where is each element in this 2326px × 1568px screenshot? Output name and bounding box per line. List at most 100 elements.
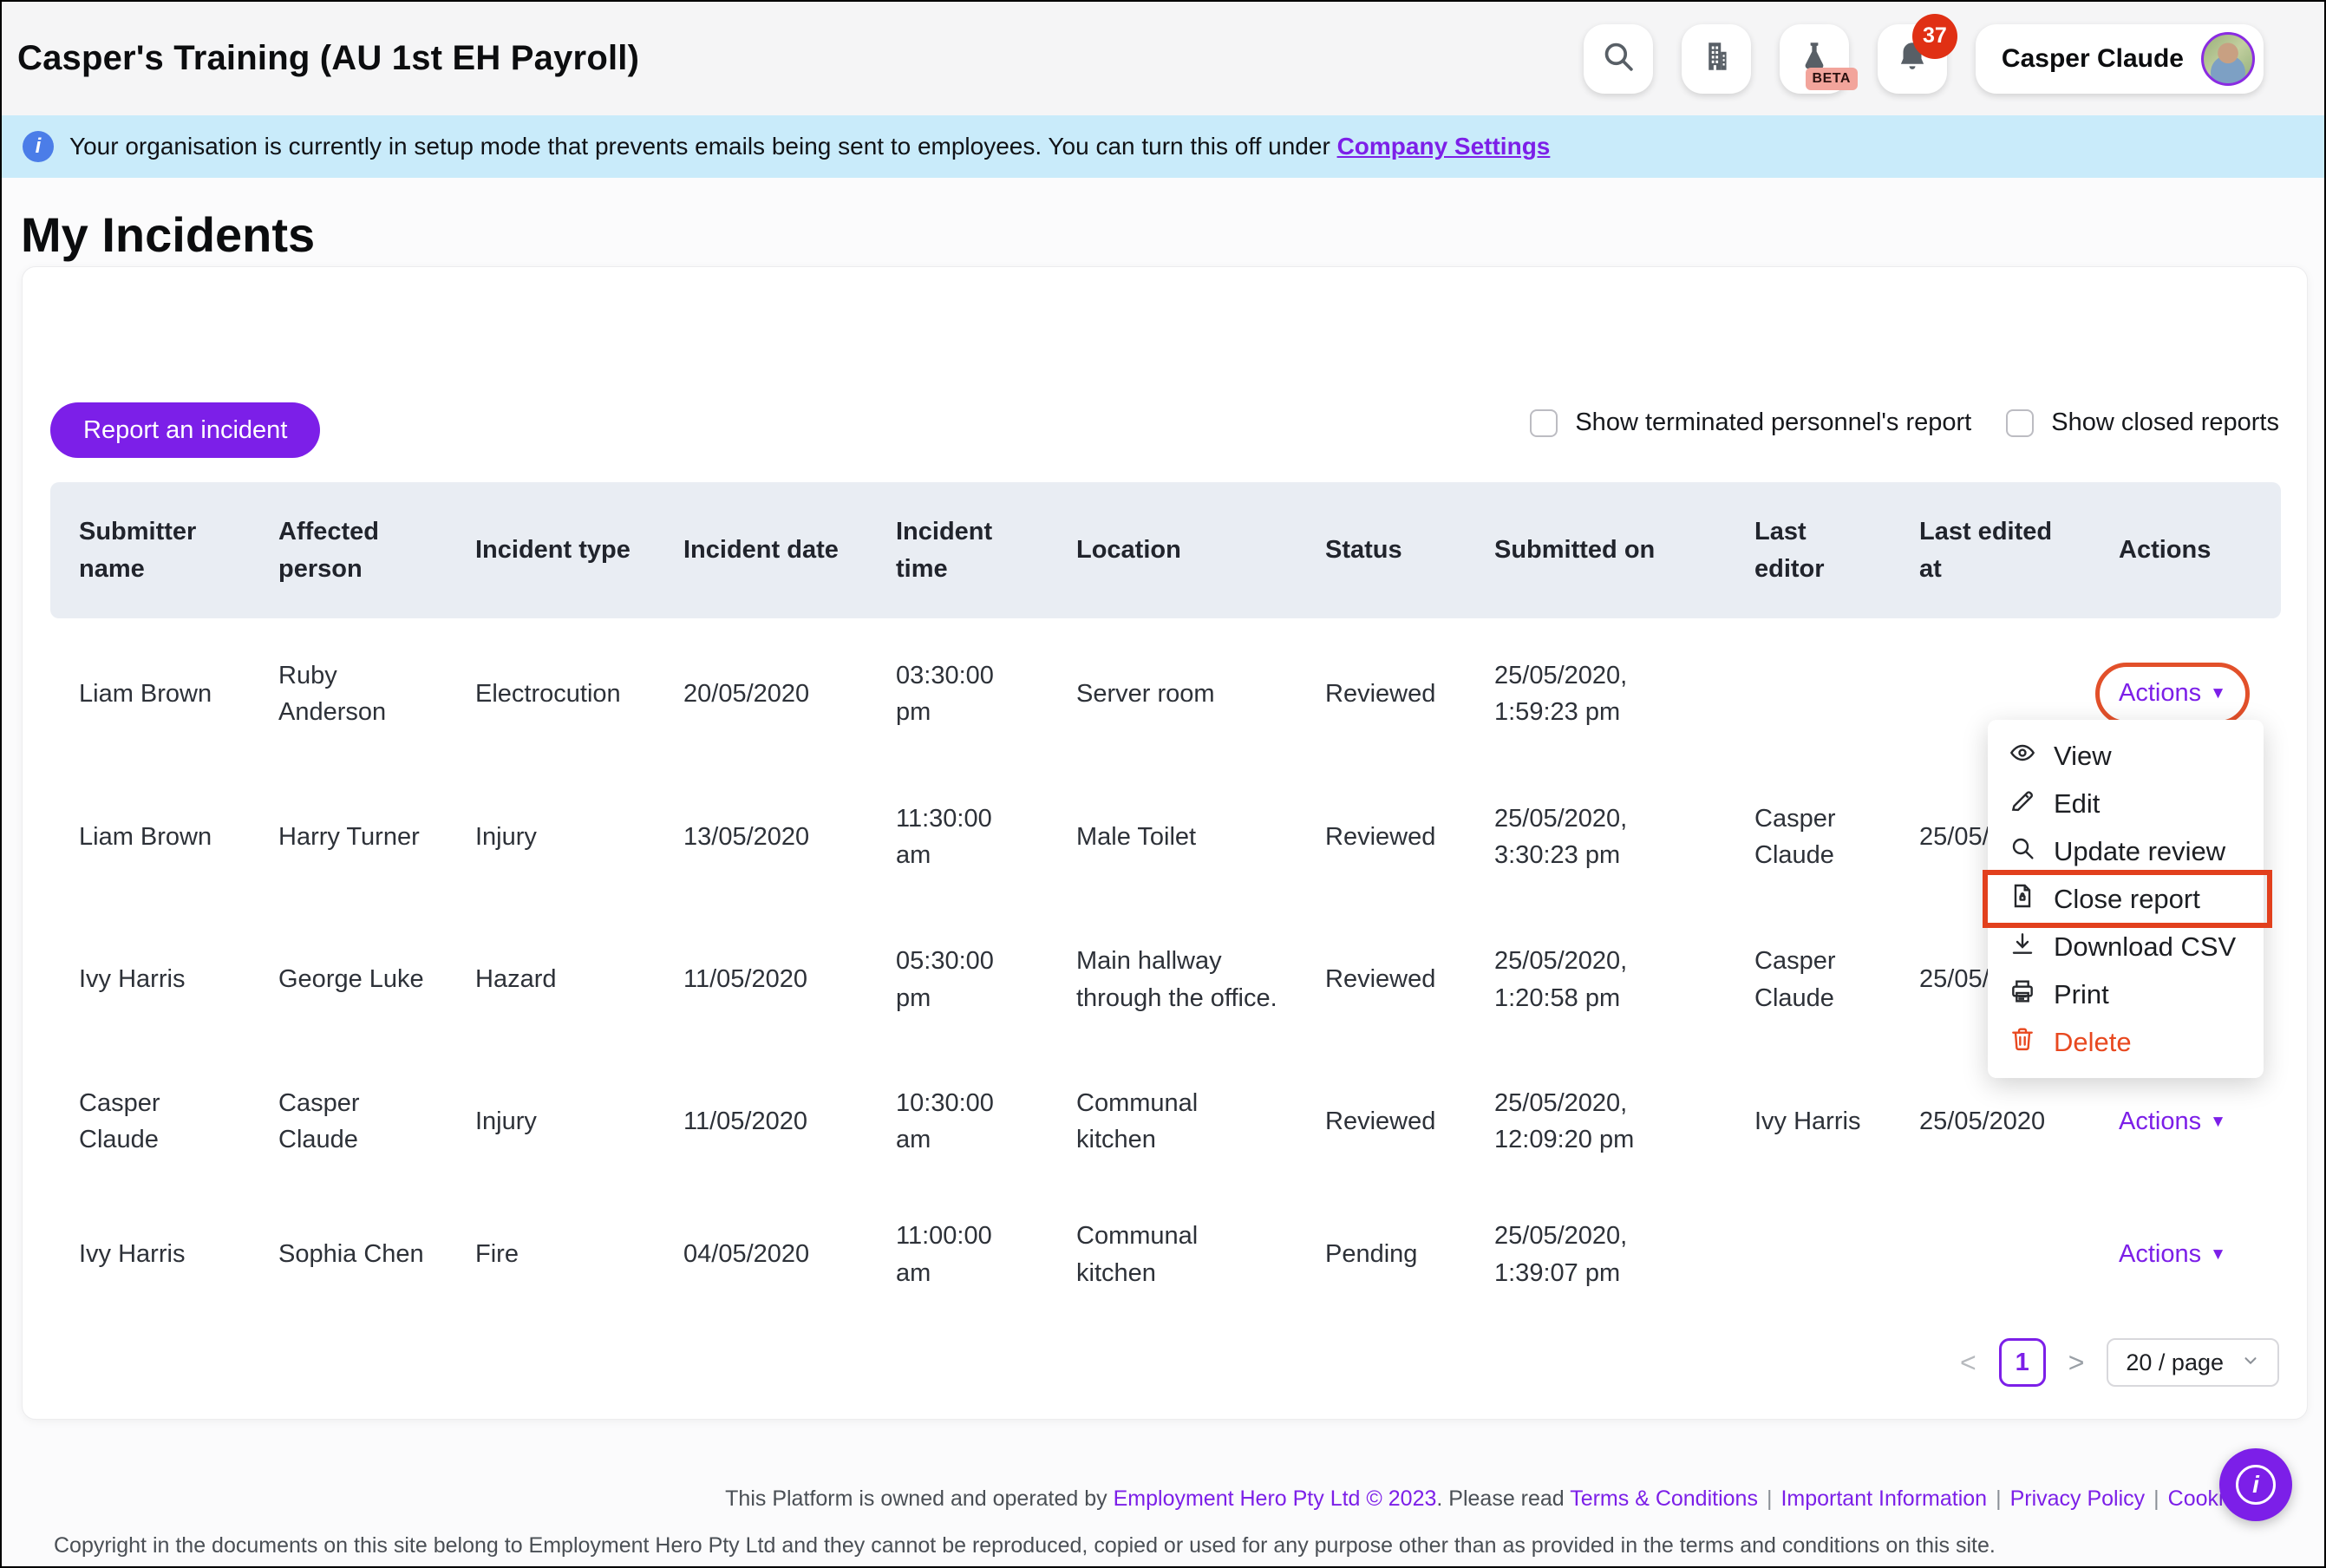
user-avatar: [2201, 32, 2255, 86]
cell-status: Pending: [1297, 1188, 1466, 1321]
menu-item-download-csv[interactable]: Download CSV: [1988, 923, 2264, 970]
menu-item-print[interactable]: Print: [1988, 970, 2264, 1018]
cell-editor: [1726, 1188, 1891, 1321]
menu-item-label: Delete: [2054, 1027, 2132, 1058]
notification-count-badge: 37: [1912, 14, 1957, 59]
chevron-down-icon: ▼: [2210, 1113, 2226, 1131]
cell-type: Hazard: [447, 905, 655, 1055]
actions-dropdown-trigger[interactable]: Actions▼: [2119, 679, 2226, 707]
employment-hero-link[interactable]: Employment Hero Pty Ltd © 2023: [1114, 1486, 1437, 1511]
col-incident-date: Incident date: [655, 482, 867, 618]
cell-status: Reviewed: [1297, 618, 1466, 769]
company-settings-link[interactable]: Company Settings: [1337, 133, 1551, 160]
user-menu-button[interactable]: Casper Claude: [1976, 24, 2264, 94]
cell-status: Reviewed: [1297, 1055, 1466, 1188]
menu-item-label: Download CSV: [2054, 931, 2236, 963]
cell-actions: Actions▼: [2090, 1188, 2281, 1321]
notifications-button[interactable]: 37: [1878, 24, 1947, 94]
menu-item-view[interactable]: View: [1988, 732, 2264, 780]
actions-dropdown-trigger[interactable]: Actions▼: [2119, 1107, 2226, 1135]
col-submitted-on: Submitted on: [1466, 482, 1726, 618]
cell-time: 03:30:00 pm: [867, 618, 1048, 769]
col-location: Location: [1048, 482, 1297, 618]
closed-checkbox-label: Show closed reports: [2051, 408, 2279, 437]
help-info-button[interactable]: i: [2219, 1448, 2292, 1521]
incidents-table: Submitter name Affected person Incident …: [50, 482, 2281, 1321]
banner-text: Your organisation is currently in setup …: [69, 133, 1550, 160]
beta-features-button[interactable]: BETA: [1780, 24, 1849, 94]
eye-icon: [2009, 739, 2036, 774]
menu-item-label: Close report: [2054, 884, 2200, 915]
magnifier-icon: [2009, 834, 2036, 869]
cell-date: 11/05/2020: [655, 1055, 867, 1188]
printer-icon: [2009, 977, 2036, 1012]
cell-affected: Harry Turner: [250, 769, 447, 905]
closed-checkbox[interactable]: [2006, 409, 2034, 437]
document-lock-icon: [2009, 882, 2036, 917]
terminated-checkbox[interactable]: [1530, 409, 1558, 437]
cell-location: Main hallway through the office.: [1048, 905, 1297, 1055]
col-last-edited-at: Last edited at: [1891, 482, 2090, 618]
filter-terminated: Show terminated personnel's report: [1530, 408, 1971, 437]
setup-mode-banner: i Your organisation is currently in setu…: [2, 115, 2324, 178]
cell-type: Injury: [447, 1055, 655, 1188]
page-size-value: 20 / page: [2126, 1349, 2224, 1376]
cell-submitted: 25/05/2020, 1:20:58 pm: [1466, 905, 1726, 1055]
actions-dropdown-trigger[interactable]: Actions▼: [2119, 1240, 2226, 1268]
page-size-select[interactable]: 20 / page: [2107, 1338, 2279, 1387]
report-incident-button[interactable]: Report an incident: [50, 402, 320, 458]
search-button[interactable]: [1584, 24, 1653, 94]
cell-time: 10:30:00 am: [867, 1055, 1048, 1188]
col-incident-type: Incident type: [447, 482, 655, 618]
company-switcher-button[interactable]: [1682, 24, 1751, 94]
cell-date: 13/05/2020: [655, 769, 867, 905]
incidents-card: Report an incident Show terminated perso…: [22, 266, 2308, 1420]
menu-item-close-report[interactable]: Close report: [1988, 875, 2264, 923]
user-name: Casper Claude: [2002, 44, 2184, 74]
col-actions: Actions: [2090, 482, 2281, 618]
page-title: My Incidents: [21, 206, 315, 263]
footer-line-1: This Platform is owned and operated by E…: [725, 1486, 2246, 1512]
footer-line-2: Copyright in the documents on this site …: [54, 1533, 1996, 1558]
terminated-checkbox-label: Show terminated personnel's report: [1575, 408, 1971, 437]
cell-time: 11:30:00 am: [867, 769, 1048, 905]
menu-item-label: Edit: [2054, 788, 2100, 820]
annotation-oval: Actions▼: [2095, 663, 2250, 725]
menu-item-delete[interactable]: Delete: [1988, 1018, 2264, 1066]
cell-affected: Sophia Chen: [250, 1188, 447, 1321]
terms-link[interactable]: Terms & Conditions: [1570, 1486, 1758, 1511]
col-last-editor: Last editor: [1726, 482, 1891, 618]
org-title: Casper's Training (AU 1st EH Payroll): [17, 39, 639, 78]
next-page-button[interactable]: >: [2065, 1347, 2088, 1379]
cell-type: Fire: [447, 1188, 655, 1321]
cell-submitter: Liam Brown: [50, 769, 250, 905]
cell-submitted: 25/05/2020, 12:09:20 pm: [1466, 1055, 1726, 1188]
menu-item-edit[interactable]: Edit: [1988, 780, 2264, 827]
chevron-down-icon: ▼: [2210, 1245, 2226, 1264]
beta-badge: BETA: [1806, 68, 1858, 90]
cell-time: 05:30:00 pm: [867, 905, 1048, 1055]
cell-time: 11:00:00 am: [867, 1188, 1048, 1321]
cell-location: Male Toilet: [1048, 769, 1297, 905]
page-number-1[interactable]: 1: [1999, 1338, 2046, 1387]
important-information-link[interactable]: Important Information: [1780, 1486, 1987, 1511]
cell-affected: Casper Claude: [250, 1055, 447, 1188]
prev-page-button[interactable]: <: [1957, 1347, 1980, 1379]
cell-date: 20/05/2020: [655, 618, 867, 769]
header-actions: BETA 37 Casper Claude: [1584, 24, 2264, 94]
table-row: Casper Claude Casper Claude Injury 11/05…: [50, 1055, 2281, 1188]
privacy-policy-link[interactable]: Privacy Policy: [2010, 1486, 2146, 1511]
cell-submitter: Casper Claude: [50, 1055, 250, 1188]
cell-submitter: Ivy Harris: [50, 1188, 250, 1321]
col-submitter-name: Submitter name: [50, 482, 250, 618]
cell-location: Communal kitchen: [1048, 1188, 1297, 1321]
filter-closed: Show closed reports: [2006, 408, 2279, 437]
table-header-row: Submitter name Affected person Incident …: [50, 482, 2281, 618]
cell-status: Reviewed: [1297, 769, 1466, 905]
cell-submitter: Liam Brown: [50, 618, 250, 769]
cell-editor: Ivy Harris: [1726, 1055, 1891, 1188]
cell-location: Server room: [1048, 618, 1297, 769]
table-row: Ivy Harris Sophia Chen Fire 04/05/2020 1…: [50, 1188, 2281, 1321]
menu-item-update-review[interactable]: Update review: [1988, 827, 2264, 875]
info-icon: i: [23, 131, 54, 162]
